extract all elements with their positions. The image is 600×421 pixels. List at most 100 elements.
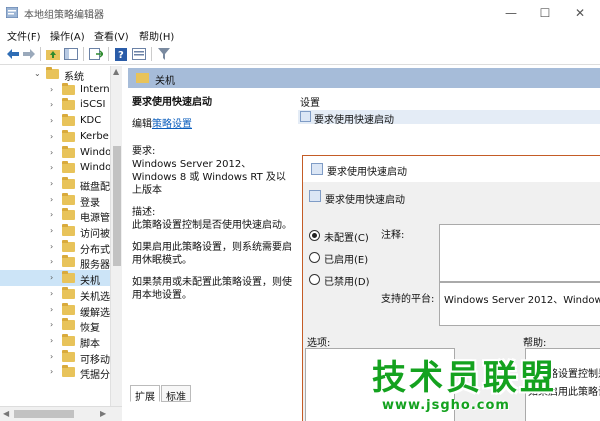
tree-item[interactable]: › 关机选 [0,286,110,303]
dialog-title-bar: 要求使用快速启动 [303,156,600,182]
chevron-right-icon[interactable]: › [50,305,53,314]
folder-icon [62,255,75,268]
tree-item[interactable]: › KDC [0,113,110,129]
tree-item[interactable]: › 关机 [0,270,110,287]
chevron-right-icon[interactable]: › [50,210,53,219]
toolbar-separator [83,47,84,61]
chevron-right-icon[interactable]: › [50,116,53,125]
tab-standard[interactable]: 标准 [161,385,191,403]
radio-circle[interactable] [309,252,320,263]
tree-item-label: Windo [80,162,112,174]
chevron-right-icon[interactable]: › [50,320,53,329]
folder-icon [62,302,75,315]
menu-help[interactable]: 帮助(H) [139,28,174,43]
radio-circle[interactable] [309,230,320,241]
tree-item[interactable]: › 服务器 [0,254,110,271]
edit-prefix: 编辑 [132,119,152,130]
edit-line: 编辑策略设置 [132,118,292,131]
chevron-right-icon[interactable]: › [50,289,53,298]
chevron-right-icon[interactable]: › [50,367,53,376]
chevron-right-icon[interactable]: › [50,195,53,204]
tree-item[interactable]: › 脚本 [0,333,110,350]
chevron-right-icon[interactable]: › [50,148,53,157]
list-item-label: 要求使用快速启动 [314,115,394,126]
chevron-right-icon[interactable]: › [50,352,53,361]
chevron-right-icon[interactable]: › [50,242,53,251]
tree-item[interactable]: › 缓解选 [0,302,110,319]
edit-policy-link[interactable]: 策略设置 [152,119,192,130]
menu-file[interactable]: 文件(F) [7,28,41,43]
dialog-header: 要求使用快速启动 [303,184,600,210]
radio-label: 已禁用(D) [324,277,370,288]
chevron-right-icon[interactable]: › [50,100,53,109]
help-icon[interactable]: ? [114,47,128,61]
menu-view[interactable]: 查看(V) [94,28,129,43]
tree-horizontal-scrollbar[interactable]: ◀ ▶ [0,406,122,421]
tree-item[interactable]: › Kerbe [0,129,110,145]
svg-text:?: ? [118,50,124,61]
tab-extended[interactable]: 扩展 [130,385,160,403]
tree-item[interactable]: › Windo [0,145,111,161]
tree-item[interactable]: › 凭据分 [0,364,110,381]
comment-label: 注释: [381,230,405,241]
tree-vertical-scrollbar[interactable]: ▲ [110,66,122,406]
minimize-button[interactable]: — [494,0,528,25]
tree-item[interactable]: › 恢复 [0,317,110,334]
settings-column-header[interactable]: 设置 [300,94,320,109]
folder-icon [62,271,75,284]
watermark-text: 技术员联盟 [372,358,557,398]
chevron-right-icon[interactable]: › [50,179,53,188]
tree-item[interactable]: › 登录 [0,192,110,209]
title-bar: 本地组策略编辑器 — ☐ ✕ [0,0,600,25]
chevron-right-icon[interactable]: › [50,85,53,94]
folder-icon [62,98,75,111]
menu-action[interactable]: 操作(A) [50,28,85,43]
radio-enabled[interactable]: 已启用(E) [309,250,409,266]
filter-icon[interactable] [157,47,171,61]
chevron-down-icon[interactable]: ⌄ [34,69,41,78]
radio-circle[interactable] [309,274,320,285]
scroll-right-icon[interactable]: ▶ [100,409,106,418]
comment-textarea[interactable] [439,224,600,282]
policy-setting-icon [311,163,323,175]
close-button[interactable]: ✕ [563,0,597,25]
list-item[interactable]: 要求使用快速启动 [298,110,600,126]
chevron-right-icon[interactable]: › [50,273,53,282]
tree-item[interactable]: › 磁盘配 [0,176,110,193]
tree-item-label: Intern [80,83,110,95]
tree-item[interactable]: › Windo [0,160,112,176]
folder-icon [62,192,75,205]
tree-item[interactable]: › 电源管 [0,207,110,224]
tree-item[interactable]: › 分布式 [0,239,110,256]
radio-disabled[interactable]: 已禁用(D) [309,272,409,288]
chevron-right-icon[interactable]: › [50,132,53,141]
chevron-right-icon[interactable]: › [50,163,53,172]
policy-tree[interactable]: ⌄ 系统 › Intern › iSCSI › KDC › Kerbe › Windo › Windo › 磁… [0,66,122,406]
folder-up-icon[interactable] [46,47,60,61]
tree-item[interactable]: › 访问被 [0,223,110,240]
requirements-text: Windows Server 2012、Windows 8 或 Windows … [132,159,286,196]
window-title: 本地组策略编辑器 [24,10,104,21]
chevron-right-icon[interactable]: › [50,257,53,266]
scroll-up-icon[interactable]: ▲ [113,67,119,76]
options-label: 选项: [307,338,331,349]
tree-item[interactable]: ⌄ 系统 [0,66,110,83]
tree-item[interactable]: › 可移动 [0,349,110,366]
folder-icon [62,145,75,158]
maximize-button[interactable]: ☐ [528,0,562,25]
properties-icon[interactable] [132,47,146,61]
chevron-right-icon[interactable]: › [50,336,53,345]
export-icon[interactable] [89,47,103,61]
show-tree-icon[interactable] [64,47,78,61]
description-label: 描述: [132,207,156,218]
menu-bar: 文件(F) 操作(A) 查看(V) 帮助(H) [0,25,600,43]
chevron-right-icon[interactable]: › [50,226,53,235]
tree-item[interactable]: › iSCSI [0,97,110,113]
folder-icon [62,176,75,189]
scroll-thumb[interactable] [14,410,74,418]
forward-icon[interactable] [22,47,36,61]
scroll-left-icon[interactable]: ◀ [3,409,9,418]
back-icon[interactable] [6,47,20,61]
tree-item[interactable]: › Intern [0,82,110,98]
scroll-thumb[interactable] [113,146,121,266]
